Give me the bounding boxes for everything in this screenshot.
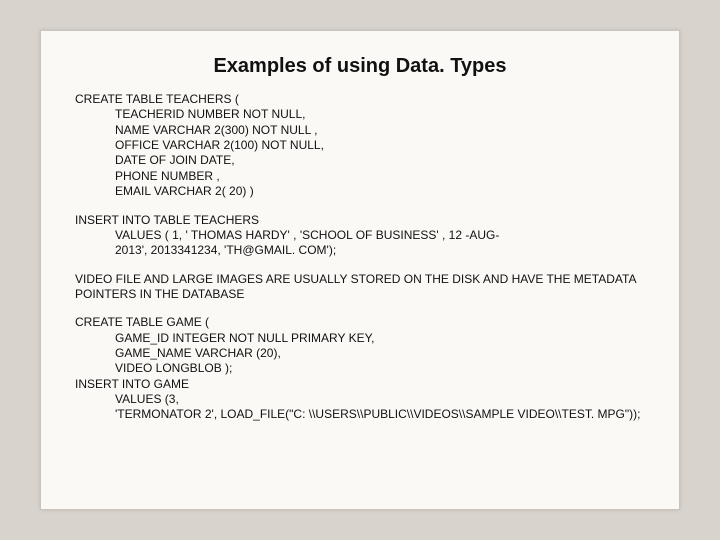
code-line: OFFICE VARCHAR 2(100) NOT NULL,: [75, 138, 645, 153]
code-line: NAME VARCHAR 2(300) NOT NULL ,: [75, 123, 645, 138]
code-line: GAME_ID INTEGER NOT NULL PRIMARY KEY,: [75, 331, 645, 346]
code-block-insert-teachers: INSERT INTO TABLE TEACHERS VALUES ( 1, '…: [75, 213, 645, 259]
code-line: INSERT INTO GAME: [75, 377, 189, 391]
code-block-create-teachers: CREATE TABLE TEACHERS ( TEACHERID NUMBER…: [75, 92, 645, 200]
note-paragraph: VIDEO FILE AND LARGE IMAGES ARE USUALLY …: [75, 272, 645, 303]
code-line: EMAIL VARCHAR 2( 20) ): [75, 184, 645, 199]
code-line: INSERT INTO TABLE TEACHERS: [75, 213, 259, 227]
code-line: VALUES ( 1, ' THOMAS HARDY' , 'SCHOOL OF…: [75, 228, 645, 243]
note-text: VIDEO FILE AND LARGE IMAGES ARE USUALLY …: [75, 272, 636, 301]
code-line: 'TERMONATOR 2', LOAD_FILE("C: \\USERS\\P…: [75, 407, 645, 422]
code-line: 2013', 2013341234, 'TH@GMAIL. COM');: [75, 243, 645, 258]
code-line: TEACHERID NUMBER NOT NULL,: [75, 107, 645, 122]
slide-title: Examples of using Data. Types: [75, 55, 645, 78]
code-line: VALUES (3,: [75, 392, 645, 407]
code-block-game: CREATE TABLE GAME ( GAME_ID INTEGER NOT …: [75, 315, 645, 423]
code-line: CREATE TABLE TEACHERS (: [75, 92, 239, 106]
code-line: DATE OF JOIN DATE,: [75, 153, 645, 168]
slide: Examples of using Data. Types CREATE TAB…: [40, 30, 680, 510]
code-line: CREATE TABLE GAME (: [75, 315, 209, 329]
code-line: VIDEO LONGBLOB );: [75, 361, 645, 376]
code-line: PHONE NUMBER ,: [75, 169, 645, 184]
code-line: GAME_NAME VARCHAR (20),: [75, 346, 645, 361]
